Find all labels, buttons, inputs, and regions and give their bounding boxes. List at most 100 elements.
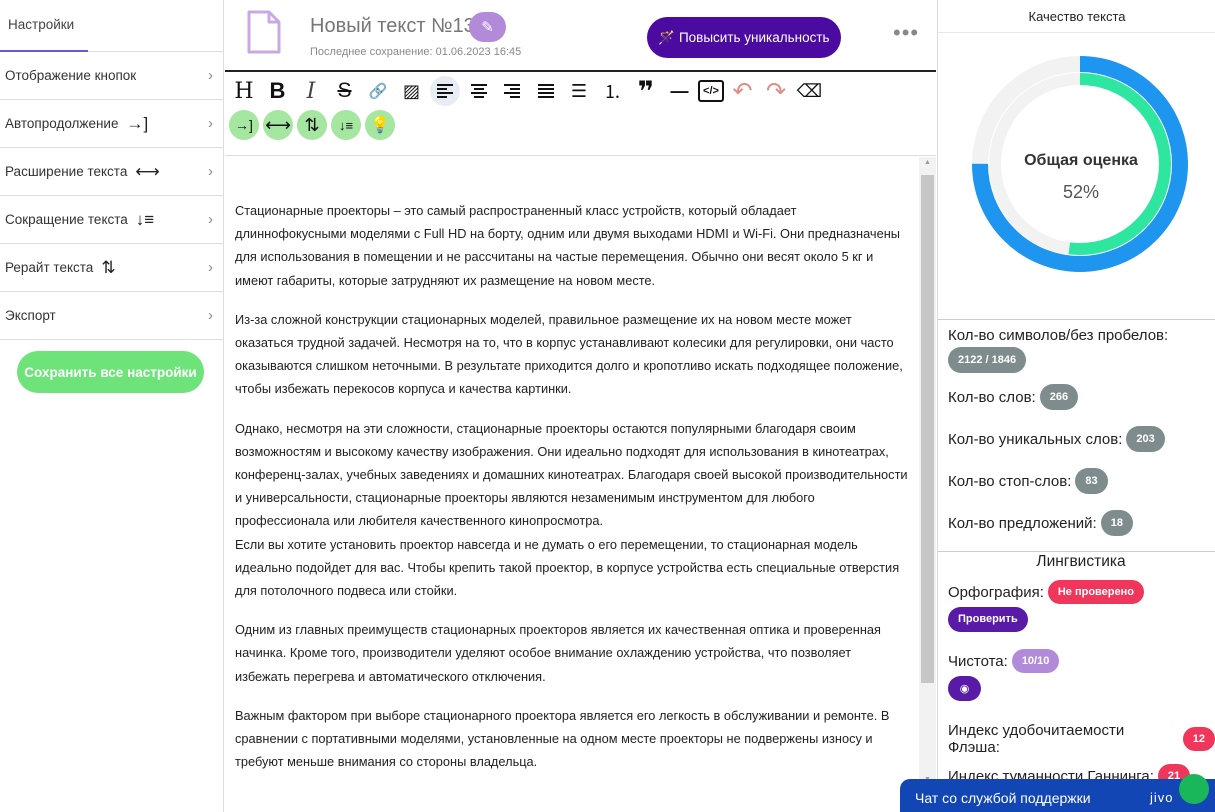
toolbar-row-ai: →] ⟷ ⇅ ↓≡ 💡 bbox=[229, 110, 399, 140]
paragraph: Из-за сложной конструкции стационарных м… bbox=[235, 311, 903, 397]
sidebar-item-autocontinue[interactable]: Автопродолжение →] › bbox=[0, 100, 223, 148]
autocontinue-icon: →] bbox=[126, 113, 149, 133]
code-icon[interactable]: </> bbox=[698, 80, 724, 102]
sidebar-item-label: Сокращение текста bbox=[5, 212, 128, 227]
align-center-glyph bbox=[470, 84, 487, 98]
scroll-up-icon[interactable]: ▲ bbox=[919, 159, 936, 166]
redo-icon[interactable]: ↷ bbox=[761, 76, 791, 106]
bold-icon[interactable]: B bbox=[263, 76, 293, 106]
align-left-glyph bbox=[437, 84, 453, 98]
lightbulb-icon[interactable]: 💡 bbox=[365, 110, 395, 140]
text-editor[interactable]: Стационарные проекторы – это самый распр… bbox=[225, 157, 919, 812]
expand-icon[interactable]: ⟷ bbox=[263, 110, 293, 140]
image-icon[interactable]: ▨ bbox=[397, 76, 427, 106]
stat-words: Кол-во слов: 266 bbox=[948, 384, 1079, 410]
horizontal-rule-icon[interactable]: — bbox=[665, 76, 695, 106]
italic-icon[interactable]: I bbox=[296, 76, 326, 106]
align-justify-icon[interactable] bbox=[531, 76, 561, 106]
tab-settings-label: Настройки bbox=[8, 17, 75, 32]
chat-status-icon bbox=[1179, 774, 1209, 804]
stat-label: Кол-во стоп-слов: bbox=[948, 472, 1072, 490]
chevron-right-icon: › bbox=[208, 115, 213, 132]
sidebar-item-export[interactable]: Экспорт › bbox=[0, 292, 223, 340]
editor-scrollbar[interactable]: ▲ ▼ bbox=[919, 157, 936, 787]
spelling-row: Орфография: Не проверено bbox=[948, 580, 1144, 604]
stat-unique-words: Кол-во уникальных слов: 203 bbox=[948, 426, 1165, 452]
sidebar-item-label: Расширение текста bbox=[5, 164, 128, 179]
editor-content[interactable]: Стационарные проекторы – это самый распр… bbox=[225, 157, 919, 773]
numbered-list-icon[interactable]: ⒈ bbox=[598, 76, 628, 106]
overall-score-label: Общая оценка bbox=[1024, 152, 1138, 169]
chevron-right-icon: › bbox=[208, 307, 213, 324]
check-spelling-button[interactable]: Проверить bbox=[948, 607, 1028, 632]
autocontinue-icon[interactable]: →] bbox=[229, 110, 259, 140]
support-chat-label: Чат со службой поддержки bbox=[915, 790, 1091, 806]
undo-icon[interactable]: ↶ bbox=[728, 76, 758, 106]
chevron-right-icon: › bbox=[208, 67, 213, 84]
increase-uniqueness-button[interactable]: 🪄 Повысить уникальность bbox=[647, 17, 841, 58]
spelling-status-badge: Не проверено bbox=[1047, 580, 1144, 604]
more-options-icon[interactable]: ••• bbox=[893, 20, 919, 46]
scrollbar-thumb[interactable] bbox=[921, 175, 934, 683]
stat-value-badge: 203 bbox=[1126, 426, 1165, 452]
stat-value-badge: 2122 / 1846 bbox=[948, 347, 1027, 373]
sidebar-item-shorten-text[interactable]: Сокращение текста ↓≡ › bbox=[0, 196, 223, 244]
divider bbox=[938, 551, 1215, 552]
stat-characters-value: 2122 / 1846 bbox=[948, 347, 1027, 373]
stat-value-badge: 266 bbox=[1039, 384, 1079, 410]
stat-label: Кол-во предложений: bbox=[948, 514, 1097, 532]
divider bbox=[938, 32, 1215, 33]
stat-value-badge: 83 bbox=[1075, 468, 1108, 494]
quote-icon[interactable]: ❞ bbox=[631, 76, 661, 107]
stat-characters: Кол-во символов/без пробелов: bbox=[948, 327, 1168, 344]
align-right-icon[interactable] bbox=[497, 76, 527, 106]
paragraph: Одним из главных преимуществ стационарны… bbox=[235, 622, 881, 684]
support-chat-widget[interactable]: Чат со службой поддержки jivo bbox=[900, 774, 1215, 812]
align-left-icon[interactable] bbox=[430, 76, 460, 106]
flesch-row: Индекс удобочитаемости Флэша: 12 bbox=[948, 722, 1215, 756]
text-quality-panel: Качество текста Общая оценка 52% Кол-во … bbox=[937, 0, 1215, 812]
pencil-icon: ✎ bbox=[481, 19, 494, 36]
tab-active-indicator bbox=[0, 50, 88, 52]
paragraph: Однако, несмотря на эти сложности, стаци… bbox=[235, 420, 908, 599]
document-header: Новый текст №13 ✎ Последнее сохранение: … bbox=[225, 0, 936, 72]
align-center-icon[interactable] bbox=[464, 76, 494, 106]
stat-stop-words: Кол-во стоп-слов: 83 bbox=[948, 468, 1108, 494]
sidebar-item-rewrite-text[interactable]: Рерайт текста ⇅ › bbox=[0, 244, 223, 292]
sidebar-item-label: Отображение кнопок bbox=[5, 68, 137, 83]
expand-icon: ⟷ bbox=[135, 161, 160, 181]
stat-sentences: Кол-во предложений: 18 bbox=[948, 510, 1133, 536]
spelling-label: Орфография: bbox=[948, 583, 1044, 601]
align-justify-glyph bbox=[537, 84, 554, 98]
save-all-settings-button[interactable]: Сохранить все настройки bbox=[17, 351, 204, 393]
stat-label: Кол-во символов/без пробелов: bbox=[948, 327, 1169, 344]
jivo-logo: jivo bbox=[1150, 790, 1174, 805]
divider bbox=[938, 319, 1215, 320]
document-icon bbox=[247, 10, 281, 54]
link-icon[interactable]: 🔗 bbox=[363, 76, 393, 106]
sidebar-item-label: Автопродолжение bbox=[5, 116, 119, 131]
view-purity-button[interactable]: ◉ bbox=[948, 676, 981, 701]
rewrite-icon[interactable]: ⇅ bbox=[297, 110, 327, 140]
strikethrough-icon[interactable]: S bbox=[330, 76, 360, 106]
edit-title-button[interactable]: ✎ bbox=[469, 12, 506, 42]
sidebar-item-expand-text[interactable]: Расширение текста ⟷ › bbox=[0, 148, 223, 196]
sidebar-item-buttons-display[interactable]: Отображение кнопок › bbox=[0, 52, 223, 100]
stat-label: Кол-во слов: bbox=[948, 388, 1036, 406]
toolbar-row-formatting: H B I S 🔗 ▨ ☰ ⒈ ❞ — </> ↶ ↷ ⌫ bbox=[229, 76, 828, 107]
document-title: Новый текст №13 bbox=[310, 15, 475, 37]
stat-value-badge: 18 bbox=[1100, 510, 1133, 536]
bullet-list-icon[interactable]: ☰ bbox=[564, 76, 594, 106]
purity-value-badge: 10/10 bbox=[1011, 649, 1060, 673]
eye-icon: ◉ bbox=[959, 683, 970, 695]
paragraph: Важным фактором при выборе стационарного… bbox=[235, 707, 890, 770]
app-root: Настройки Отображение кнопок › Автопродо… bbox=[0, 0, 1215, 812]
editor-toolbar: H B I S 🔗 ▨ ☰ ⒈ ❞ — </> ↶ ↷ ⌫ →] ⟷ ⇅ ↓≡ … bbox=[225, 74, 936, 156]
flesch-value-badge: 12 bbox=[1182, 727, 1215, 751]
tab-settings[interactable]: Настройки bbox=[0, 0, 223, 52]
check-row: Проверить bbox=[948, 607, 1028, 632]
heading-icon[interactable]: H bbox=[229, 76, 259, 106]
rewrite-icon: ⇅ bbox=[101, 257, 116, 277]
eraser-icon[interactable]: ⌫ bbox=[795, 76, 825, 106]
shorten-icon[interactable]: ↓≡ bbox=[331, 110, 361, 140]
